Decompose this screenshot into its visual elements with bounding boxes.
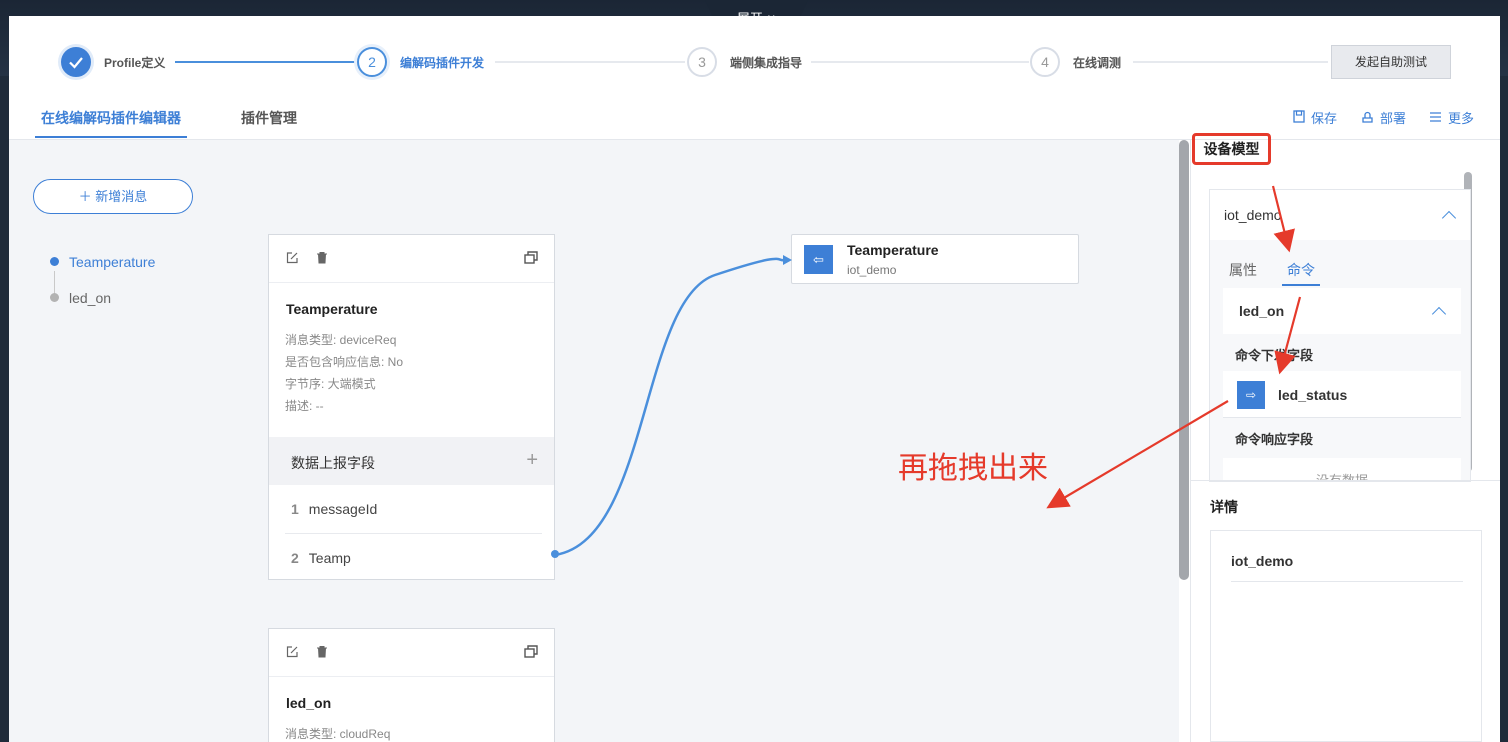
link-out-icon: ⇨ bbox=[1237, 381, 1265, 409]
step-2-circle: 2 bbox=[357, 47, 387, 77]
downlink-fields-label: 命令下发字段 bbox=[1235, 348, 1314, 363]
annotation-text: 再拖拽出来 bbox=[898, 451, 1048, 486]
message-item-teamperature[interactable]: Teamperature bbox=[69, 254, 155, 270]
details-line bbox=[1231, 581, 1463, 582]
fields-header: 数据上报字段 + bbox=[269, 437, 554, 485]
add-field-icon[interactable]: + bbox=[526, 449, 538, 472]
delete-icon[interactable] bbox=[316, 645, 330, 659]
deploy-label: 部署 bbox=[1380, 111, 1407, 126]
deploy-button[interactable]: 部署 bbox=[1361, 108, 1406, 127]
no-data-text: 没有数据 bbox=[1223, 458, 1461, 481]
model-node-teamperature[interactable]: ⇦ Teamperature iot_demo bbox=[791, 234, 1079, 284]
save-button[interactable]: 保存 bbox=[1293, 108, 1337, 127]
details-box: iot_demo bbox=[1210, 530, 1482, 742]
step-4-label: 在线调测 bbox=[1073, 56, 1122, 70]
field-index: 2 bbox=[291, 550, 299, 566]
step-3-label: 端侧集成指导 bbox=[730, 56, 803, 70]
command-box: led_on 命令下发字段 ⇨ led_status 命令响应字段 没有数据 bbox=[1223, 288, 1461, 481]
product-name: iot_demo bbox=[1224, 207, 1282, 223]
device-model-title: 设备模型 bbox=[1192, 133, 1271, 165]
details-title: 详情 bbox=[1210, 499, 1238, 515]
add-message-button[interactable]: ＋ 新增消息 bbox=[33, 179, 193, 214]
model-node-subtitle: iot_demo bbox=[847, 263, 897, 277]
field-row[interactable]: 1 messageId bbox=[269, 485, 554, 533]
edit-icon[interactable] bbox=[286, 251, 300, 265]
card-header bbox=[269, 235, 554, 283]
save-label: 保存 bbox=[1311, 111, 1338, 126]
tab-plugin-management[interactable]: 插件管理 bbox=[241, 108, 297, 128]
card-meta-response: 是否包含响应信息: No bbox=[285, 355, 404, 369]
field-index: 1 bbox=[291, 501, 299, 517]
message-card-led-on[interactable]: led_on 消息类型: cloudReq bbox=[268, 628, 555, 742]
subtab-commands[interactable]: 命令 bbox=[1287, 260, 1315, 280]
field-name: messageId bbox=[308, 501, 378, 517]
subtab-indicator bbox=[1282, 284, 1320, 286]
message-item-led-on[interactable]: led_on bbox=[69, 290, 111, 306]
step-1-label: Profile定义 bbox=[104, 56, 166, 70]
card-header bbox=[269, 629, 554, 677]
plus-icon: ＋ bbox=[78, 189, 96, 204]
chevron-up-icon[interactable] bbox=[1441, 210, 1457, 226]
fields-header-label: 数据上报字段 bbox=[291, 455, 375, 471]
edit-icon[interactable] bbox=[286, 645, 300, 659]
field-name: Teamp bbox=[308, 550, 351, 566]
field-row[interactable]: 2 Teamp bbox=[269, 534, 554, 582]
product-header[interactable]: iot_demo bbox=[1210, 190, 1470, 240]
expand-card-icon[interactable] bbox=[524, 251, 538, 265]
step-2-label: 编解码插件开发 bbox=[400, 56, 485, 70]
command-header[interactable]: led_on bbox=[1223, 288, 1461, 334]
canvas-scrollbar[interactable] bbox=[1179, 140, 1189, 580]
model-node-title: Teamperature bbox=[847, 242, 939, 258]
response-fields-label: 命令响应字段 bbox=[1235, 432, 1314, 447]
tree-node-dot-active bbox=[50, 257, 59, 266]
expand-card-icon[interactable] bbox=[524, 645, 538, 659]
add-message-label: 新增消息 bbox=[95, 189, 148, 204]
step-4-circle: 4 bbox=[1030, 47, 1060, 77]
editor-canvas[interactable]: ＋ 新增消息 Teamperature led_on Teamperature … bbox=[9, 140, 1179, 742]
auto-test-button[interactable]: 发起自助测试 bbox=[1331, 45, 1451, 79]
tree-connector bbox=[54, 271, 55, 295]
details-divider bbox=[1190, 480, 1500, 481]
card-title: Teamperature bbox=[286, 301, 378, 317]
command-field-led-status[interactable]: ⇨ led_status bbox=[1223, 371, 1461, 418]
card-meta-type: 消息类型: deviceReq bbox=[285, 333, 397, 347]
step-1-check-icon bbox=[61, 47, 91, 77]
card-meta-desc: 描述: -- bbox=[285, 399, 324, 413]
deploy-icon bbox=[1361, 110, 1374, 126]
step-connector-1 bbox=[175, 61, 358, 63]
step-3-circle: 3 bbox=[687, 47, 717, 77]
delete-icon[interactable] bbox=[316, 251, 330, 265]
step-connector-4 bbox=[1133, 61, 1328, 63]
device-model-box: iot_demo 属性 命令 led_on 命令下发字段 ⇨ led_statu… bbox=[1209, 189, 1471, 482]
chevron-up-icon[interactable] bbox=[1431, 306, 1447, 322]
step-connector-2 bbox=[495, 61, 685, 63]
command-name: led_on bbox=[1239, 303, 1285, 319]
card-meta-type: 消息类型: cloudReq bbox=[285, 727, 391, 741]
link-in-icon: ⇦ bbox=[804, 245, 833, 274]
command-field-name: led_status bbox=[1278, 387, 1348, 403]
save-icon bbox=[1293, 110, 1305, 126]
menu-icon bbox=[1429, 111, 1442, 126]
card-title: led_on bbox=[286, 695, 332, 711]
tab-codec-editor[interactable]: 在线编解码插件编辑器 bbox=[41, 108, 181, 128]
more-button[interactable]: 更多 bbox=[1429, 108, 1474, 127]
step-connector-3 bbox=[811, 61, 1029, 63]
tree-node-dot bbox=[50, 293, 59, 302]
message-card-teamperature[interactable]: Teamperature 消息类型: deviceReq 是否包含响应信息: N… bbox=[268, 234, 555, 580]
details-name: iot_demo bbox=[1231, 553, 1294, 569]
card-meta-endian: 字节序: 大端模式 bbox=[285, 377, 376, 391]
active-tab-indicator bbox=[35, 136, 187, 138]
subtab-properties[interactable]: 属性 bbox=[1229, 260, 1257, 280]
more-label: 更多 bbox=[1448, 111, 1475, 126]
